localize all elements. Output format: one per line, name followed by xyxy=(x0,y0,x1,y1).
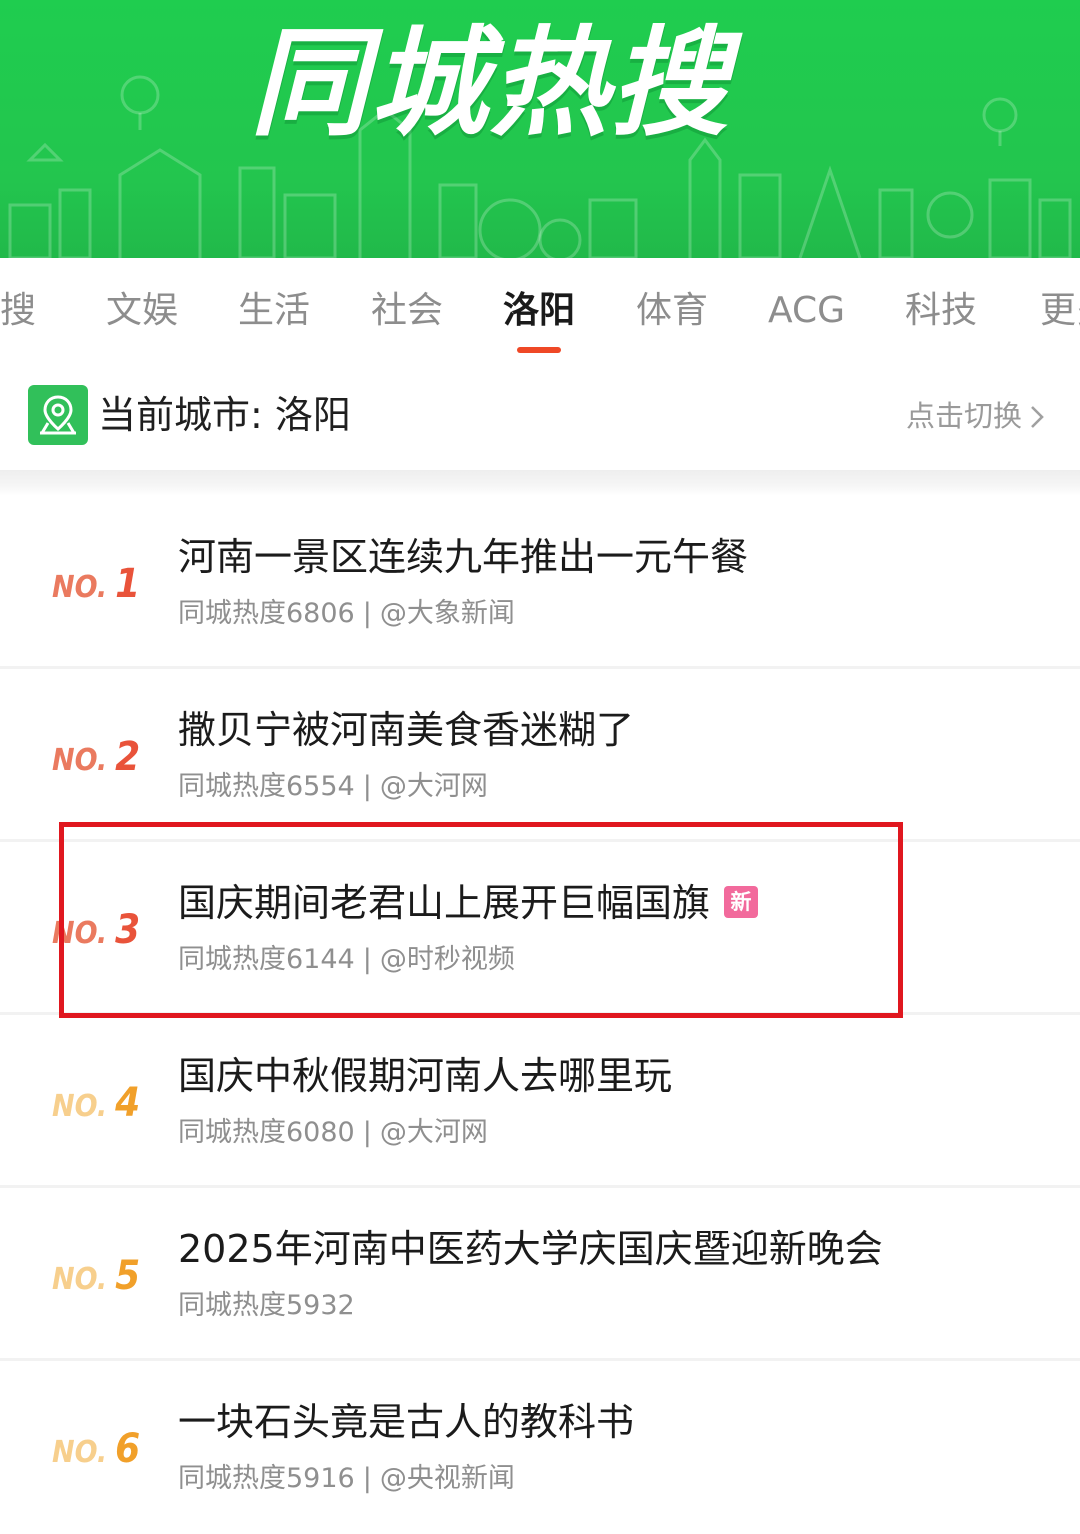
rank-label: NO. 1 xyxy=(52,561,141,607)
section-divider xyxy=(0,470,1080,496)
heat-label: 同城热度 xyxy=(178,1463,286,1494)
list-item[interactable]: NO. 6 一块石头竟是古人的教科书 同城热度5916 | @央视新闻 xyxy=(0,1361,1080,1534)
heat-value: 6806 xyxy=(286,598,355,629)
meta-separator: | xyxy=(362,1117,372,1148)
category-tab-bar: 热搜 文娱 生活 社会 洛阳 体育 ACG 科技 更多 xyxy=(0,258,1080,360)
item-meta: 同城热度6806 | @大象新闻 xyxy=(178,594,515,634)
list-item[interactable]: NO. 4 国庆中秋假期河南人去哪里玩 同城热度6080 | @大河网 xyxy=(0,1015,1080,1188)
heat-value: 6080 xyxy=(286,1117,355,1148)
item-title[interactable]: 国庆中秋假期河南人去哪里玩 xyxy=(178,1051,672,1101)
tab-tech[interactable]: 科技 xyxy=(905,286,977,336)
current-city-label: 当前城市: 洛阳 xyxy=(98,393,351,437)
tab-luoyang[interactable]: 洛阳 xyxy=(503,286,575,336)
source-label[interactable]: @大象新闻 xyxy=(380,598,515,629)
tab-hot-search[interactable]: 热搜 xyxy=(0,286,36,336)
switch-city-button[interactable]: 点击切换 xyxy=(906,396,1022,436)
source-label[interactable]: @央视新闻 xyxy=(380,1463,515,1494)
heat-value: 5932 xyxy=(286,1290,355,1321)
rank-label: NO. 5 xyxy=(52,1253,141,1299)
list-item[interactable]: NO. 2 撒贝宁被河南美食香迷糊了 同城热度6554 | @大河网 xyxy=(0,669,1080,842)
item-meta: 同城热度5932 xyxy=(178,1286,355,1326)
meta-separator: | xyxy=(362,1463,372,1494)
highlight-annotation-box xyxy=(59,822,903,1018)
heat-label: 同城热度 xyxy=(178,771,286,802)
tab-acg[interactable]: ACG xyxy=(768,286,845,336)
item-title[interactable]: 撒贝宁被河南美食香迷糊了 xyxy=(178,705,634,755)
banner-title: 同城热搜 xyxy=(250,14,731,152)
heat-label: 同城热度 xyxy=(178,1290,286,1321)
meta-separator: | xyxy=(362,771,372,802)
list-item[interactable]: NO. 1 河南一景区连续九年推出一元午餐 同城热度6806 | @大象新闻 xyxy=(0,496,1080,669)
heat-value: 6554 xyxy=(286,771,355,802)
item-meta: 同城热度5916 | @央视新闻 xyxy=(178,1459,515,1499)
source-label[interactable]: @大河网 xyxy=(380,1117,488,1148)
heat-label: 同城热度 xyxy=(178,598,286,629)
rank-label: NO. 4 xyxy=(52,1080,141,1126)
location-map-icon xyxy=(28,385,88,445)
heat-label: 同城热度 xyxy=(178,1117,286,1148)
item-meta: 同城热度6080 | @大河网 xyxy=(178,1113,488,1153)
tab-life[interactable]: 生活 xyxy=(238,286,310,336)
header-banner: 同城热搜 xyxy=(0,0,1080,258)
item-meta: 同城热度6554 | @大河网 xyxy=(178,767,488,807)
item-title[interactable]: 河南一景区连续九年推出一元午餐 xyxy=(178,532,748,582)
chevron-right-icon[interactable] xyxy=(1026,404,1048,430)
tab-more[interactable]: 更多 xyxy=(1040,286,1080,336)
meta-separator: | xyxy=(362,598,372,629)
tab-sports[interactable]: 体育 xyxy=(636,286,708,336)
item-title[interactable]: 一块石头竟是古人的教科书 xyxy=(178,1397,634,1447)
item-title[interactable]: 2025年河南中医药大学庆国庆暨迎新晚会 xyxy=(178,1224,883,1274)
source-label[interactable]: @大河网 xyxy=(380,771,488,802)
active-tab-indicator xyxy=(517,347,561,353)
rank-label: NO. 2 xyxy=(52,734,141,780)
tab-entertainment[interactable]: 文娱 xyxy=(106,286,178,336)
list-item[interactable]: NO. 5 2025年河南中医药大学庆国庆暨迎新晚会 同城热度5932 xyxy=(0,1188,1080,1361)
tab-society[interactable]: 社会 xyxy=(371,286,443,336)
current-city-bar: 当前城市: 洛阳 点击切换 xyxy=(0,360,1080,470)
rank-label: NO. 6 xyxy=(52,1426,141,1472)
heat-value: 5916 xyxy=(286,1463,355,1494)
